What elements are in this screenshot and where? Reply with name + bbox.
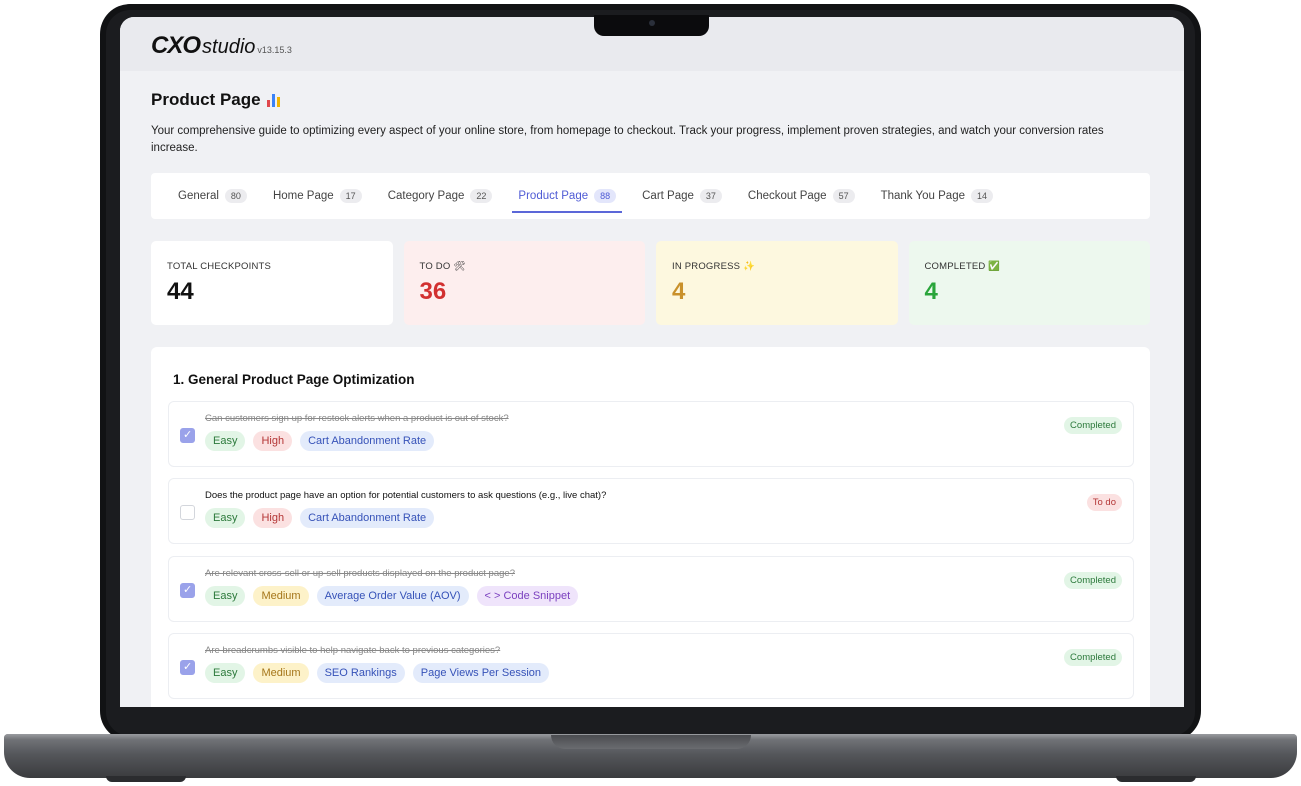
item-tags: Easy High Cart Abandonment Rate — [205, 431, 435, 451]
tab-count: 57 — [832, 189, 855, 203]
stat-label: TO DO 🛠 — [419, 261, 466, 272]
item-checkbox[interactable] — [180, 428, 195, 443]
tab-count: 22 — [470, 189, 493, 203]
stat-card-completed: COMPLETED ✅ 4 — [908, 241, 1150, 325]
tab-product-page[interactable]: Product Page 88 — [512, 173, 622, 219]
page-title: Product Page — [151, 90, 280, 110]
laptop-foot-left — [106, 776, 186, 782]
item-tags: Easy Medium SEO Rankings Page Views Per … — [205, 663, 550, 683]
item-question: Are relevant cross-sell or up-sell produ… — [205, 568, 515, 579]
camera-icon — [649, 20, 655, 26]
status-badge[interactable]: Completed — [1064, 417, 1122, 434]
stat-label: IN PROGRESS ✨ — [672, 261, 756, 272]
tab-cart-page[interactable]: Cart Page 37 — [642, 173, 722, 219]
item-tags: Easy Medium Average Order Value (AOV) < … — [205, 586, 579, 606]
tag-metric: Cart Abandonment Rate — [300, 508, 435, 528]
tag-impact: High — [253, 431, 293, 451]
tag-code-snippet[interactable]: < > Code Snippet — [476, 586, 579, 606]
page-description: Your comprehensive guide to optimizing e… — [151, 125, 1104, 154]
tag-effort: Easy — [205, 508, 246, 528]
tab-count: 88 — [594, 189, 617, 203]
stats-row: TOTAL CHECKPOINTS 44 TO DO 🛠 36 IN PROGR… — [151, 241, 1150, 325]
stat-card-in-progress: IN PROGRESS ✨ 4 — [656, 241, 898, 325]
tab-label: Product Page — [518, 190, 589, 202]
app-screen: CXO studio v13.15.3 Product Page Your co… — [120, 17, 1184, 707]
item-checkbox[interactable] — [180, 505, 195, 520]
tag-impact: Medium — [253, 586, 309, 606]
item-checkbox[interactable] — [180, 660, 195, 675]
status-badge[interactable]: To do — [1086, 494, 1122, 511]
tag-metric: SEO Rankings — [316, 663, 405, 683]
stat-value: 4 — [924, 278, 938, 305]
tab-count: 80 — [224, 189, 247, 203]
laptop-mockup: CXO studio v13.15.3 Product Page Your co… — [0, 0, 1301, 786]
stat-label: COMPLETED ✅ — [924, 261, 1001, 272]
tab-label: Cart Page — [642, 190, 694, 202]
laptop-hinge-groove — [551, 735, 751, 749]
item-question: Does the product page have an option for… — [205, 490, 607, 501]
checklist-item: Can customers sign up for restock alerts… — [168, 401, 1134, 467]
tab-category-page[interactable]: Category Page 22 — [388, 173, 493, 219]
section-title: 1. General Product Page Optimization — [173, 372, 415, 387]
tab-checkout-page[interactable]: Checkout Page 57 — [748, 173, 855, 219]
laptop-foot-right — [1116, 776, 1196, 782]
checklist-item: Are relevant cross-sell or up-sell produ… — [168, 556, 1134, 622]
stat-value: 36 — [419, 278, 447, 305]
item-question: Are breadcrumbs visible to help navigate… — [205, 645, 501, 656]
status-badge[interactable]: Completed — [1064, 649, 1122, 666]
tag-metric: Average Order Value (AOV) — [316, 586, 469, 606]
checklist-item: Does the product page have an option for… — [168, 478, 1134, 544]
category-tabs: General 80 Home Page 17 Category Page 22… — [151, 173, 1150, 219]
stat-value: 44 — [167, 278, 194, 305]
stat-card-todo: TO DO 🛠 36 — [403, 241, 645, 325]
camera-notch — [594, 15, 709, 36]
tab-count: 17 — [339, 189, 362, 203]
stat-label: TOTAL CHECKPOINTS — [167, 261, 272, 272]
tag-effort: Easy — [205, 663, 246, 683]
tab-thank-you-page[interactable]: Thank You Page 14 — [880, 173, 994, 219]
tag-effort: Easy — [205, 431, 246, 451]
logo-word: studio — [202, 36, 256, 58]
app-logo[interactable]: CXO studio v13.15.3 — [151, 32, 292, 60]
app-version: v13.15.3 — [257, 45, 292, 55]
stat-value: 4 — [672, 278, 686, 305]
tab-label: General — [178, 190, 219, 202]
tab-count: 37 — [699, 189, 722, 203]
item-question: Can customers sign up for restock alerts… — [205, 413, 509, 424]
tab-label: Thank You Page — [880, 190, 965, 202]
tab-label: Category Page — [387, 190, 465, 202]
page-title-text: Product Page — [151, 90, 261, 109]
checklist-item: Are breadcrumbs visible to help navigate… — [168, 633, 1134, 699]
stat-card-total: TOTAL CHECKPOINTS 44 — [151, 241, 393, 325]
tab-count: 14 — [971, 189, 994, 203]
tab-label: Checkout Page — [747, 190, 827, 202]
tag-metric: Page Views Per Session — [412, 663, 550, 683]
tag-effort: Easy — [205, 586, 246, 606]
tab-label: Home Page — [272, 190, 334, 202]
status-badge[interactable]: Completed — [1064, 572, 1122, 589]
tab-home-page[interactable]: Home Page 17 — [273, 173, 362, 219]
checklist-panel: 1. General Product Page Optimization Can… — [151, 347, 1150, 707]
tab-general[interactable]: General 80 — [178, 173, 247, 219]
bar-chart-icon — [266, 93, 280, 107]
tag-metric: Cart Abandonment Rate — [300, 431, 435, 451]
item-checkbox[interactable] — [180, 583, 195, 598]
item-tags: Easy High Cart Abandonment Rate — [205, 508, 435, 528]
tag-impact: Medium — [253, 663, 309, 683]
tag-impact: High — [253, 508, 293, 528]
logo-mark: CXO — [151, 32, 201, 59]
